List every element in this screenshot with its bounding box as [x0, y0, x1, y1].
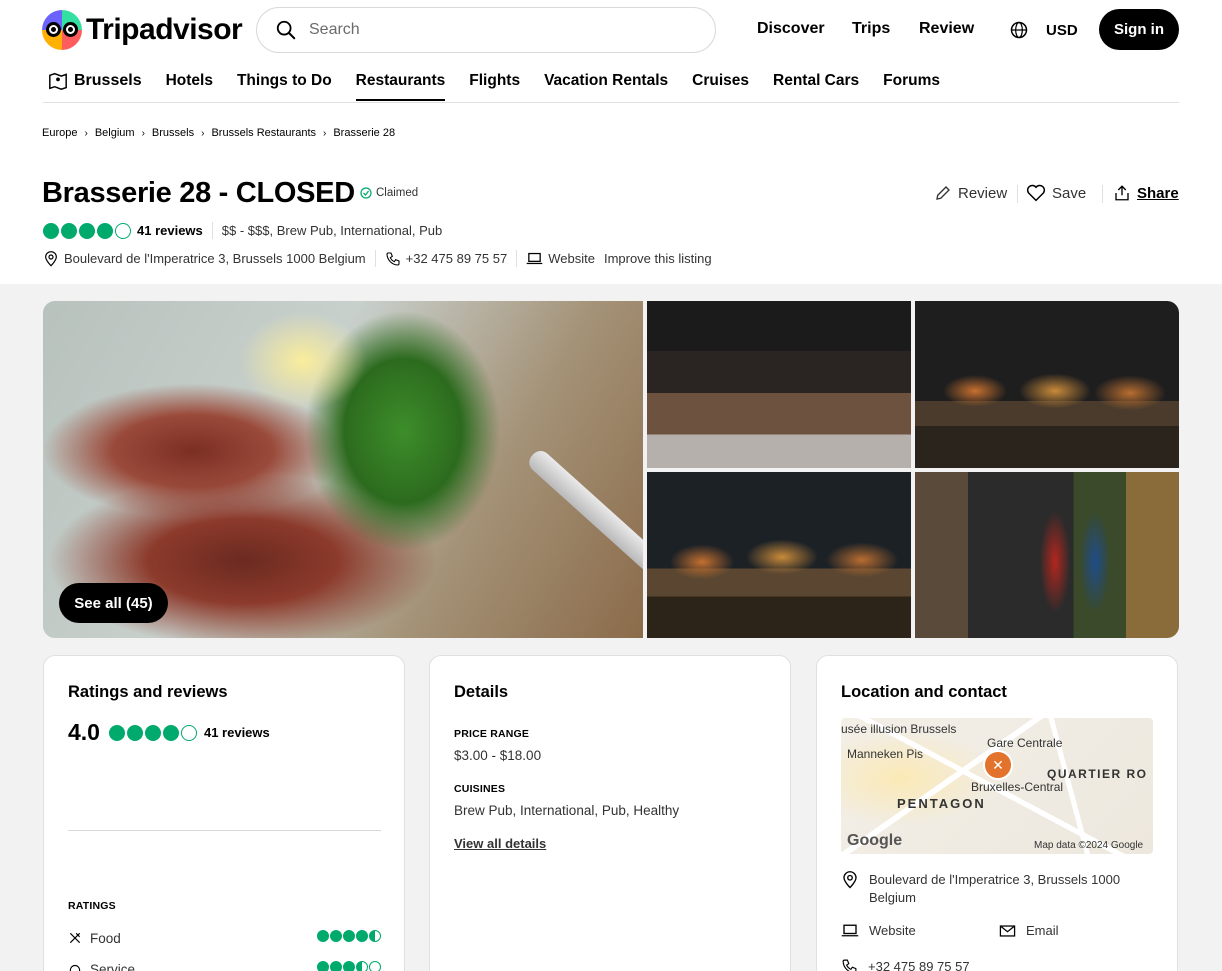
tab-things-to-do[interactable]: Things to Do	[225, 72, 344, 101]
food-bubbles	[316, 929, 381, 947]
location-address: Boulevard de l'Imperatrice 3, Brussels 1…	[841, 871, 1141, 907]
crumb-current: Brasserie 28	[333, 127, 396, 139]
rating-row-service: Service	[68, 960, 381, 971]
website-link[interactable]: Website	[548, 251, 595, 266]
ratings-card-title: Ratings and reviews	[68, 683, 228, 701]
crumb-europe[interactable]: Europe	[42, 127, 77, 139]
address-text[interactable]: Boulevard de l'Imperatrice 3, Brussels 1…	[869, 871, 1141, 907]
city-link[interactable]: Brussels	[48, 72, 154, 101]
nav-trips[interactable]: Trips	[852, 20, 890, 38]
overall-score: 4.0 41 reviews	[68, 719, 270, 745]
divider	[43, 102, 1179, 103]
photo-bar-interior[interactable]	[647, 301, 911, 468]
bell-icon	[69, 964, 81, 971]
tab-hotels[interactable]: Hotels	[154, 72, 225, 101]
tab-flights[interactable]: Flights	[457, 72, 532, 101]
phone-link[interactable]: +32 475 89 75 57	[406, 251, 508, 266]
phone-icon	[386, 251, 400, 266]
location-pin-icon	[45, 250, 57, 267]
score-bubbles	[108, 724, 199, 741]
info-row: Boulevard de l'Imperatrice 3, Brussels 1…	[43, 250, 712, 267]
photo-burgers[interactable]	[915, 301, 1179, 468]
check-circle-icon	[360, 187, 372, 199]
phone-icon	[842, 959, 857, 971]
photo-beer-bottles[interactable]	[915, 472, 1179, 638]
breadcrumb: Europe › Belgium › Brussels › Brussels Rest…	[42, 127, 396, 139]
price-range-label: PRICE RANGE	[454, 728, 530, 740]
rating-summary: 41 reviews $$ - $$$, Brew Pub, Internati…	[43, 222, 442, 239]
map[interactable]: usée illusion Brussels Gare Centrale Man…	[841, 718, 1153, 854]
save-button[interactable]: Save	[1026, 184, 1086, 202]
price-range-value: $3.00 - $18.00	[454, 748, 542, 763]
tab-cruises[interactable]: Cruises	[680, 72, 761, 101]
search-input[interactable]	[309, 21, 669, 39]
details-card-title: Details	[454, 683, 509, 701]
location-card-title: Location and contact	[841, 683, 1007, 701]
crumb-brussels[interactable]: Brussels	[152, 127, 194, 139]
share-icon	[1115, 185, 1129, 201]
location-card: Location and contact usée illusion Bruss…	[816, 655, 1178, 971]
share-button[interactable]: Share	[1113, 184, 1179, 202]
improve-listing-link[interactable]: Improve this listing	[604, 251, 712, 266]
sign-in-button[interactable]: Sign in	[1099, 9, 1179, 50]
search-bar[interactable]	[256, 7, 716, 53]
rating-row-food: Food	[68, 929, 381, 947]
utensils-icon	[69, 932, 81, 944]
ratings-card: Ratings and reviews 4.0 41 reviews RATIN…	[43, 655, 405, 971]
envelope-icon	[999, 924, 1016, 937]
email-contact[interactable]: Email	[999, 923, 1059, 938]
address-link[interactable]: Boulevard de l'Imperatrice 3, Brussels 1…	[64, 251, 366, 266]
currency-selector[interactable]: USD	[1046, 22, 1078, 39]
nav-review[interactable]: Review	[919, 20, 974, 38]
crumb-brussels-restaurants[interactable]: Brussels Restaurants	[211, 127, 316, 139]
city-label: Brussels	[74, 72, 142, 89]
cuisines-value: Brew Pub, International, Pub, Healthy	[454, 803, 680, 818]
price-cuisines[interactable]: $$ - $$$, Brew Pub, International, Pub	[222, 223, 442, 238]
view-all-details-link[interactable]: View all details	[454, 836, 546, 851]
nav-discover[interactable]: Discover	[757, 20, 825, 38]
owl-logo-icon	[42, 10, 82, 50]
write-review-button[interactable]: Review	[934, 184, 1007, 202]
details-card: Details PRICE RANGE $3.00 - $18.00 CUISI…	[429, 655, 791, 971]
photo-burgers-2[interactable]	[647, 472, 911, 638]
tab-vacation-rentals[interactable]: Vacation Rentals	[532, 72, 680, 101]
reviews-count-link[interactable]: 41 reviews	[204, 725, 270, 740]
cuisines-label: CUISINES	[454, 783, 506, 795]
tab-forums[interactable]: Forums	[871, 72, 952, 101]
search-icon	[276, 20, 296, 40]
secondary-nav: Brussels Hotels Things to Do Restaurants…	[48, 72, 952, 101]
crumb-belgium[interactable]: Belgium	[95, 127, 135, 139]
rating-bubbles	[43, 222, 133, 239]
tab-restaurants[interactable]: Restaurants	[344, 72, 458, 101]
review-count-link[interactable]: 41 reviews	[137, 223, 203, 238]
heart-icon	[1026, 184, 1046, 202]
divider	[68, 830, 381, 831]
pencil-icon	[936, 186, 950, 200]
restaurant-pin-icon[interactable]: ✕	[983, 750, 1013, 780]
phone-contact[interactable]: +32 475 89 75 57	[841, 958, 970, 971]
laptop-icon	[841, 924, 859, 937]
logo-text: Tripadvisor	[86, 13, 243, 46]
tab-rental-cars[interactable]: Rental Cars	[761, 72, 871, 101]
globe-icon[interactable]	[1009, 20, 1029, 40]
ratings-heading: RATINGS	[68, 900, 116, 912]
page-title: Brasserie 28 - CLOSED	[42, 177, 355, 209]
claimed-badge: Claimed	[360, 187, 418, 199]
location-pin-icon	[843, 871, 857, 889]
tripadvisor-logo[interactable]: Tripadvisor	[42, 10, 243, 50]
website-contact[interactable]: Website	[841, 923, 916, 938]
see-all-photos-button[interactable]: See all (45)	[59, 583, 168, 623]
service-bubbles	[316, 960, 381, 971]
laptop-icon	[526, 252, 543, 265]
map-book-icon	[49, 72, 67, 90]
